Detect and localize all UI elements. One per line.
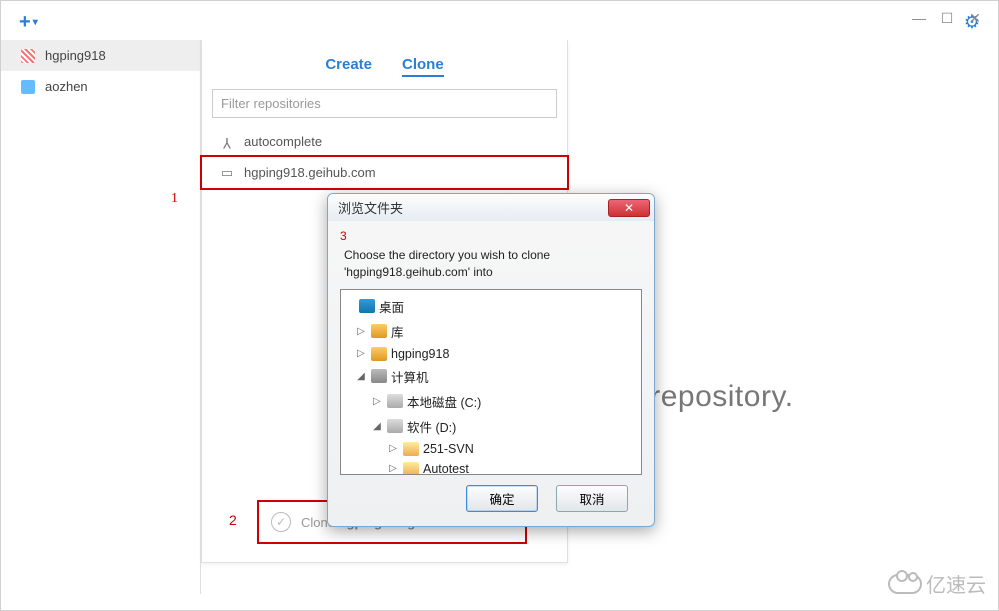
repo-row-selected[interactable]: hgping918.geihub.com	[200, 155, 569, 190]
dialog-message: Choose the directory you wish to clone '…	[344, 247, 642, 281]
cancel-button[interactable]: 取消	[556, 485, 628, 512]
drive-icon	[387, 394, 403, 408]
twisty-icon[interactable]: ◢	[355, 371, 367, 382]
library-icon	[371, 324, 387, 338]
tree-node-drive-c[interactable]: ▷ 本地磁盘 (C:)	[343, 389, 639, 414]
sidebar-item-org[interactable]: aozhen	[1, 71, 200, 102]
maximize-button[interactable]: ☐	[938, 9, 956, 27]
add-button[interactable]: + ▾	[19, 11, 38, 34]
panel-tabs: Create Clone	[202, 40, 567, 89]
twisty-icon[interactable]: ▷	[355, 326, 367, 337]
twisty-icon[interactable]: ◢	[371, 421, 383, 432]
top-bar: + ▾ ⚙	[1, 1, 998, 40]
folder-tree[interactable]: 桌面 ▷ 库 ▷ hgping918 ◢ 计算机	[340, 289, 642, 475]
tree-node-library[interactable]: ▷ 库	[343, 319, 639, 344]
marker-1: 1	[171, 191, 178, 207]
plus-icon: +	[19, 11, 31, 34]
tab-create[interactable]: Create	[325, 56, 372, 77]
fork-icon	[220, 135, 234, 149]
tree-node-desktop[interactable]: 桌面	[343, 294, 639, 319]
tree-label: 库	[391, 322, 404, 341]
computer-icon	[371, 369, 387, 383]
twisty-icon[interactable]: ▷	[371, 396, 383, 407]
twisty-icon[interactable]: ▷	[355, 348, 367, 359]
repo-row-autocomplete[interactable]: autocomplete	[202, 126, 567, 157]
repo-label: hgping918.geihub.com	[244, 165, 376, 180]
repo-list: autocomplete hgping918.geihub.com	[202, 126, 567, 190]
user-folder-icon	[371, 347, 387, 361]
tree-label: 251-SVN	[423, 442, 474, 456]
watermark: 亿速云	[888, 569, 986, 598]
minimize-button[interactable]: —	[910, 9, 928, 27]
twisty-icon[interactable]: ▷	[387, 463, 399, 474]
dialog-body: 3 Choose the directory you wish to clone…	[328, 221, 654, 526]
tree-label: 计算机	[391, 367, 429, 386]
folder-icon	[403, 462, 419, 475]
tree-label: 软件 (D:)	[407, 417, 456, 436]
desktop-icon	[359, 299, 375, 313]
tree-label: hgping918	[391, 347, 449, 361]
caret-down-icon: ▾	[33, 17, 38, 28]
sidebar-item-label: aozhen	[45, 79, 88, 94]
app-window: — ☐ ✕ + ▾ ⚙ hgping918 aozhen Create Cl	[0, 0, 999, 611]
sidebar-item-user[interactable]: hgping918	[1, 40, 200, 71]
twisty-icon[interactable]: ▷	[387, 443, 399, 454]
sidebar-item-label: hgping918	[45, 48, 106, 63]
tree-node-folder[interactable]: ▷ Autotest	[343, 459, 639, 475]
filter-input[interactable]	[212, 89, 557, 118]
org-icon	[21, 80, 35, 94]
tree-node-user[interactable]: ▷ hgping918	[343, 344, 639, 364]
filter-wrap	[202, 89, 567, 126]
dialog-titlebar[interactable]: 浏览文件夹 ✕	[328, 194, 654, 221]
tree-node-folder[interactable]: ▷ 251-SVN	[343, 439, 639, 459]
window-controls: — ☐ ✕	[902, 5, 992, 31]
user-icon	[21, 49, 35, 63]
browse-folder-dialog: 浏览文件夹 ✕ 3 Choose the directory you wish …	[327, 193, 655, 527]
check-icon: ✓	[271, 512, 291, 532]
sidebar: hgping918 aozhen	[1, 40, 201, 594]
tree-label: 桌面	[379, 297, 404, 316]
tree-node-computer[interactable]: ◢ 计算机	[343, 364, 639, 389]
dialog-close-button[interactable]: ✕	[608, 199, 650, 217]
tab-clone[interactable]: Clone	[402, 56, 444, 77]
close-button[interactable]: ✕	[966, 9, 984, 27]
repo-icon	[220, 166, 234, 180]
ok-button[interactable]: 确定	[466, 485, 538, 512]
folder-icon	[403, 442, 419, 456]
repo-label: autocomplete	[244, 134, 322, 149]
tree-node-drive-d[interactable]: ◢ 软件 (D:)	[343, 414, 639, 439]
cloud-icon	[888, 574, 922, 594]
tree-label: 本地磁盘 (C:)	[407, 392, 481, 411]
dialog-title: 浏览文件夹	[338, 198, 403, 217]
drive-icon	[387, 419, 403, 433]
tree-label: Autotest	[423, 462, 469, 475]
dialog-buttons: 确定 取消	[340, 475, 642, 516]
marker-2: 2	[229, 512, 237, 528]
marker-3: 3	[340, 229, 347, 243]
